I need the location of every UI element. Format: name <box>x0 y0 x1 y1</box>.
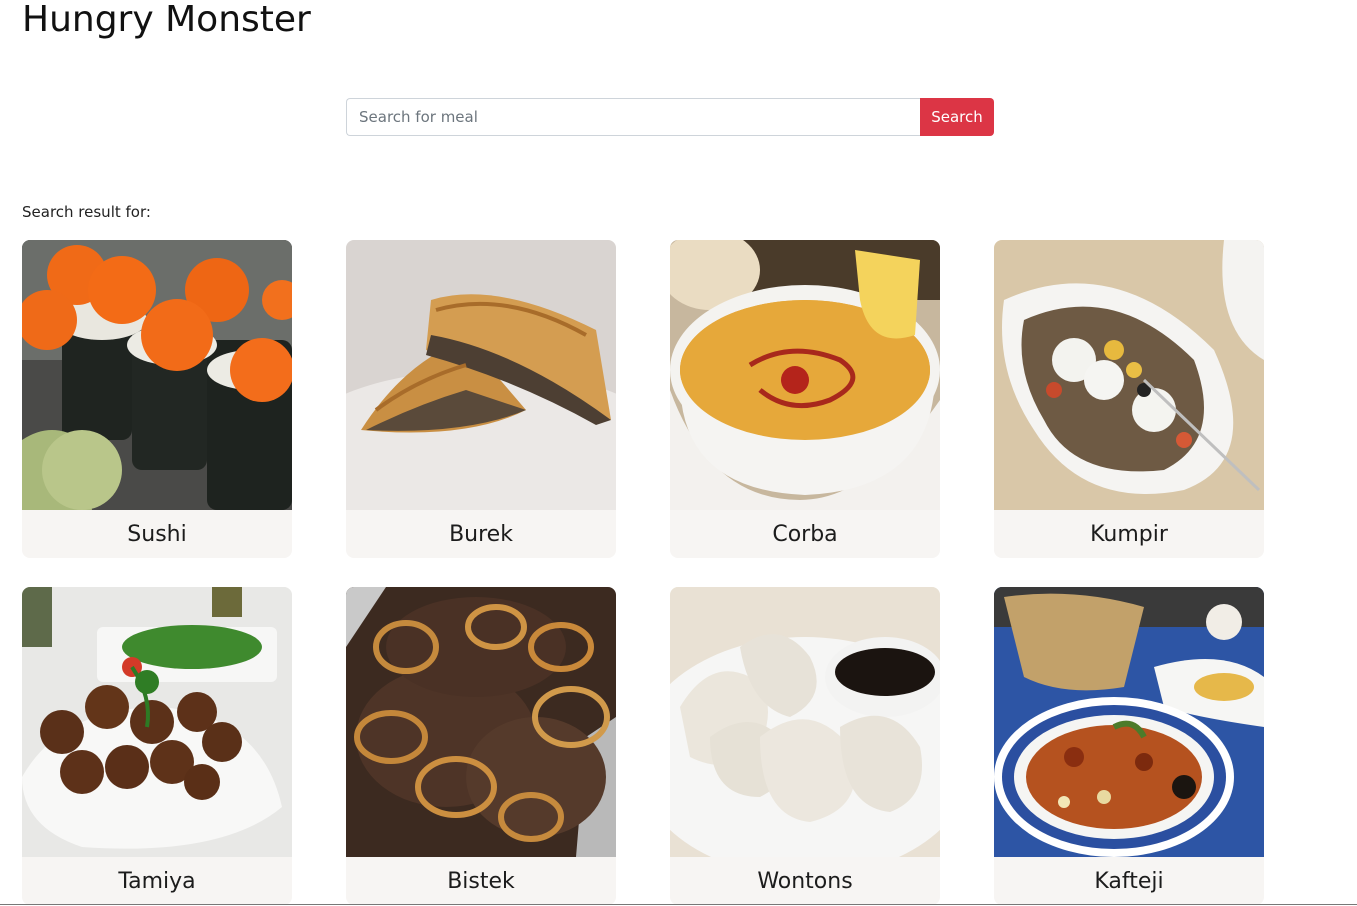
meal-card-kafteji[interactable]: Kafteji <box>994 587 1264 905</box>
meal-card-title: Corba <box>772 522 838 547</box>
meal-card-sushi[interactable]: Sushi <box>22 240 292 558</box>
page: Hungry Monster Search Search result for: <box>0 0 1357 906</box>
search-form: Search <box>346 98 994 136</box>
meal-card-title: Kumpir <box>1090 522 1168 547</box>
meal-card-title: Burek <box>449 522 513 547</box>
kumpir-image <box>994 240 1264 510</box>
meal-card-burek[interactable]: Burek <box>346 240 616 558</box>
bistek-image <box>346 587 616 857</box>
meal-card-kumpir[interactable]: Kumpir <box>994 240 1264 558</box>
search-button[interactable]: Search <box>920 98 994 136</box>
kafteji-image <box>994 587 1264 857</box>
meal-card-corba[interactable]: Corba <box>670 240 940 558</box>
meal-card-title: Sushi <box>127 522 187 547</box>
wontons-image <box>670 587 940 857</box>
meal-card-bistek[interactable]: Bistek <box>346 587 616 905</box>
page-title: Hungry Monster <box>22 0 311 40</box>
burek-image <box>346 240 616 510</box>
tamiya-image <box>22 587 292 857</box>
meal-card-wontons[interactable]: Wontons <box>670 587 940 905</box>
meal-card-tamiya[interactable]: Tamiya <box>22 587 292 905</box>
meal-card-title: Tamiya <box>118 869 196 894</box>
search-result-label: Search result for: <box>22 203 151 221</box>
corba-image <box>670 240 940 510</box>
meal-card-title: Bistek <box>447 869 515 894</box>
window-bottom-border <box>0 904 1357 905</box>
search-input[interactable] <box>346 98 920 136</box>
meal-card-title: Kafteji <box>1094 869 1164 894</box>
sushi-image <box>22 240 292 510</box>
meal-card-title: Wontons <box>757 869 853 894</box>
